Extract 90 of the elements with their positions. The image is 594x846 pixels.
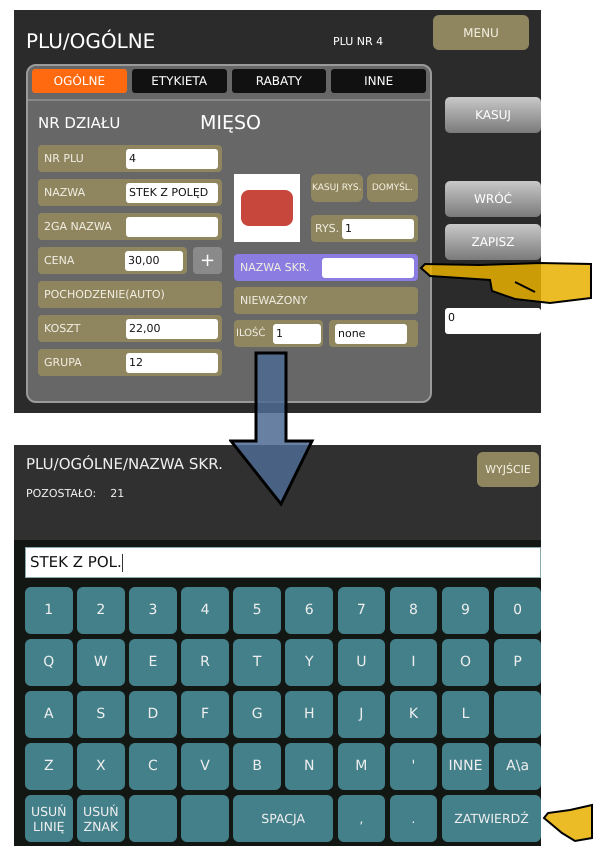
field-label: 2GA NAZWA [44,220,112,233]
keyboard-key[interactable]: 1 [25,587,72,634]
keyboard-key[interactable]: L [442,691,490,738]
tab[interactable]: INNE [331,69,426,93]
field-label: RYS. [315,222,340,235]
keyboard-key[interactable]: . [390,795,438,842]
keyboard-key[interactable]: Y [285,639,333,686]
department-label: NR DZIAŁU [38,114,122,132]
screen-title: PLU/OGÓLNE/NAZWA SKR. [26,455,223,473]
keyboard-key[interactable]: N [285,743,333,790]
keyboard-key[interactable]: F [181,691,229,738]
keyboard-key[interactable]: B [233,743,281,790]
tab[interactable]: ETYKIETA [132,69,226,93]
side-button[interactable]: WRÓĆ [445,181,541,217]
image-button[interactable]: DOMYŚL. [366,174,418,202]
keyboard-key[interactable]: C [129,743,177,790]
keyboard-key[interactable]: P [494,639,542,686]
photo-placeholder [234,174,300,242]
option-button[interactable]: NIEWAŻONY [234,287,418,314]
menu-button[interactable]: MENU [433,15,529,50]
keyboard-key[interactable]: G [233,691,281,738]
field-label: GRUPA [44,356,82,369]
field-label: ILOŚĆ [236,328,266,339]
plu-number-label: PLU NR 4 [333,35,384,48]
keyboard-key[interactable]: ' [390,743,438,790]
keyboard-key[interactable]: I [390,639,438,686]
input-field[interactable]: 30,00 [125,250,183,270]
tab[interactable]: RABATY [232,69,326,93]
keyboard-key[interactable]: 6 [285,587,333,634]
plus-button[interactable]: + [193,247,222,274]
remaining-count: 21 [110,487,124,500]
keyboard-key[interactable]: 8 [390,587,438,634]
keyboard-key[interactable]: U [338,639,386,686]
input-field[interactable]: STEK Z POLĘD [126,182,218,202]
remaining-label: POZOSTAŁO: [26,487,96,500]
keyboard-key[interactable]: 0 [494,587,542,634]
keyboard-key[interactable]: D [129,691,177,738]
field-label: NR PLU [44,152,84,165]
keyboard-key[interactable]: J [338,691,386,738]
keyboard-key[interactable]: 9 [442,587,490,634]
keyboard-key[interactable]: O [442,639,490,686]
keyboard-key[interactable]: W [77,639,125,686]
input-field[interactable]: 1 [342,218,414,238]
exit-button[interactable]: WYJŚCIE [477,452,539,487]
keyboard-key[interactable]: A\a [494,743,542,790]
keyboard-key[interactable]: USUŃ LINIĘ [25,795,72,842]
input-field[interactable]: 1 [273,324,321,344]
input-field[interactable] [126,216,218,236]
option-button[interactable]: POCHODZENIE(AUTO) [38,281,222,308]
input-field[interactable] [322,258,414,278]
input-field[interactable]: 0 [445,308,541,334]
field-label: CENA [44,254,74,267]
input-field[interactable]: 4 [126,148,218,168]
keyboard-key[interactable]: , [338,795,386,842]
keyboard-key[interactable] [494,691,542,738]
keyboard-key[interactable]: A [25,691,72,738]
image-button[interactable]: KASUJ RYS. [311,174,362,202]
input-field[interactable]: none [335,324,407,344]
field-label: NAZWA [44,186,86,199]
tab[interactable]: OGÓLNE [32,69,127,93]
side-button[interactable]: ZAPISZ [445,224,541,260]
keyboard-key[interactable]: 3 [129,587,177,634]
keyboard-key[interactable]: S [77,691,125,738]
keyboard-key[interactable]: ZATWIERDŹ [442,795,542,842]
input-field[interactable]: 22,00 [126,318,218,338]
keyboard-key[interactable]: Z [25,743,72,790]
keyboard-key[interactable]: 5 [233,587,281,634]
keyboard-key[interactable]: V [181,743,229,790]
input-field[interactable]: 12 [126,352,218,372]
keyboard-key[interactable]: USUŃ ZNAK [77,795,125,842]
keyboard-key[interactable]: SPACJA [233,795,333,842]
field-label: KOSZT [44,322,81,335]
form-row[interactable]: NAZWA SKR. [234,254,418,281]
screen-title: PLU/OGÓLNE [26,29,156,53]
keyboard-key[interactable]: 7 [338,587,386,634]
keyboard-key[interactable]: 2 [77,587,125,634]
department-value: MIĘSO [200,112,262,134]
keyboard-key[interactable]: X [77,743,125,790]
keyboard-key[interactable]: R [181,639,229,686]
text-input-field[interactable]: STEK Z POL. [25,547,541,578]
field-label: NAZWA SKR. [240,261,310,274]
side-button[interactable]: KASUJ [445,97,541,133]
keyboard-key[interactable]: H [285,691,333,738]
keyboard-key[interactable]: INNE [442,743,490,790]
keyboard-key[interactable]: K [390,691,438,738]
keyboard-key[interactable]: Q [25,639,72,686]
keyboard-key[interactable]: M [338,743,386,790]
keyboard-key[interactable]: 4 [181,587,229,634]
keyboard-key[interactable]: E [129,639,177,686]
keyboard-key[interactable]: T [233,639,281,686]
